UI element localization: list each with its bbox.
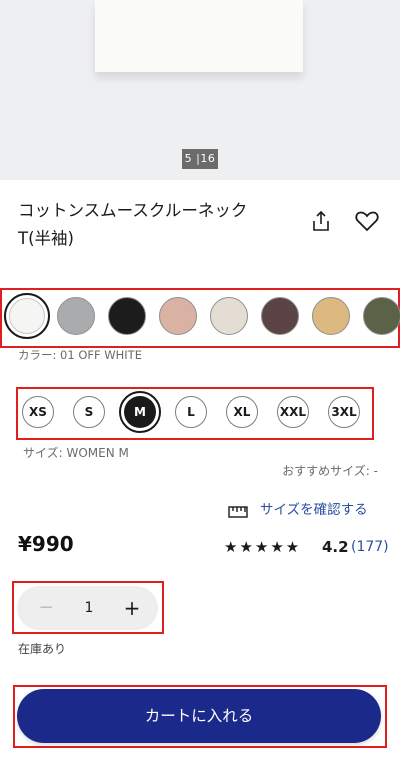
color-swatch[interactable] [312,297,350,335]
color-swatch[interactable] [159,297,197,335]
product-title-line2: T(半袖) [18,229,74,248]
size-check-label: サイズを確認する [260,502,368,518]
review-count[interactable]: (177) [351,537,389,557]
stock-status: 在庫あり [18,642,67,656]
product-title: コットンスムースクルーネック T(半袖) [18,197,288,253]
product-title-line1: コットンスムースクルーネック [18,201,248,220]
color-swatch[interactable] [210,297,248,335]
tshirt-image [95,0,303,72]
ruler-icon [228,503,248,518]
color-swatches [4,293,400,341]
size-selector: XS S M L XL XXL 3XL [22,391,368,433]
quantity-stepper: − 1 + [17,586,158,630]
size-label: サイズ: WOMEN M [23,446,129,460]
size-option[interactable]: XXL [277,396,309,428]
size-option[interactable]: XL [226,396,258,428]
heart-icon[interactable] [354,209,380,233]
rating-stars: ★★★★★ [224,538,302,556]
image-counter: 5 |16 [182,149,218,169]
size-option[interactable]: 3XL [328,396,360,428]
size-option[interactable]: M [119,391,161,433]
share-icon[interactable] [309,209,333,233]
color-swatch[interactable] [57,297,95,335]
color-swatch[interactable] [261,297,299,335]
add-to-cart-button[interactable]: カートに入れる [17,689,381,743]
color-swatch[interactable] [363,297,400,335]
quantity-increase-button[interactable]: + [117,586,147,630]
size-option[interactable]: L [175,396,207,428]
recommended-size: おすすめサイズ: - [282,464,378,478]
rating-score: 4.2 [322,538,349,556]
rating[interactable]: ★★★★★ 4.2 (177) [224,537,389,557]
quantity-decrease-button[interactable]: − [31,586,61,630]
product-image[interactable]: 5 |16 [0,0,400,180]
size-option[interactable]: S [73,396,105,428]
color-label: カラー: 01 OFF WHITE [18,348,142,362]
quantity-value: 1 [84,600,94,616]
color-swatch[interactable] [4,293,50,339]
price: ¥990 [18,532,74,556]
color-swatch[interactable] [108,297,146,335]
size-option[interactable]: XS [22,396,54,428]
